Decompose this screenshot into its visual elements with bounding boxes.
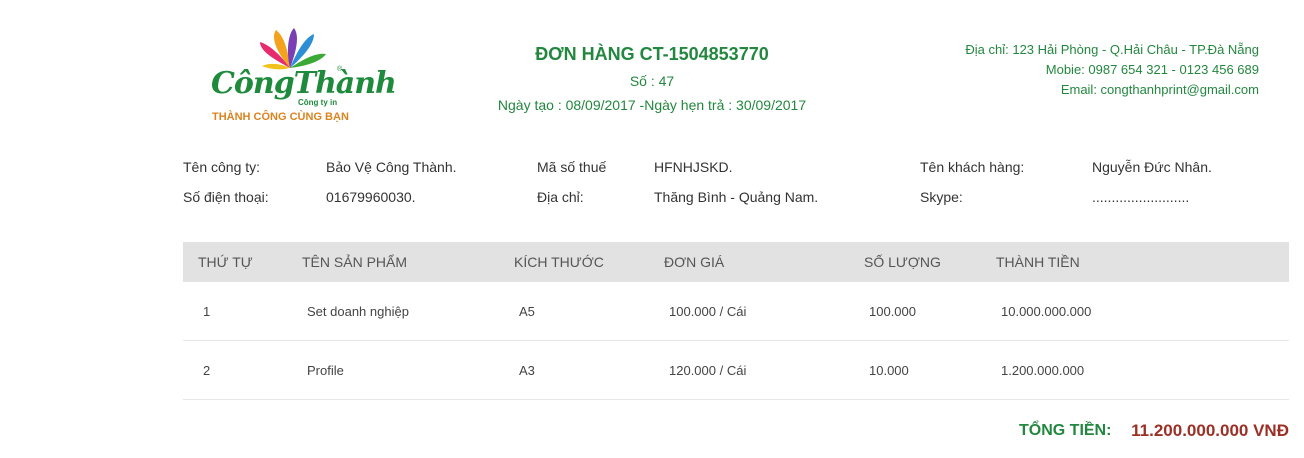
contact-email: Email: congthanhprint@gmail.com [1060,82,1259,97]
col-header-unit-price: ĐƠN GIÁ [664,254,725,270]
cell-amount: 10.000.000.000 [1001,304,1092,319]
col-header-product: TÊN SẢN PHẨM [302,254,408,270]
order-title: ĐƠN HÀNG CT-1504853770 [535,44,769,64]
cell-unit-price: 120.000 / Cái [669,363,747,378]
phone-label: Số điện thoại: [183,189,269,205]
customer-value: Nguyễn Đức Nhân. [1092,159,1212,175]
cell-product: Profile [307,363,344,378]
cell-quantity: 10.000 [869,363,909,378]
cell-size: A3 [519,363,535,378]
skype-value: ......................... [1092,189,1190,205]
cell-quantity: 100.000 [869,304,916,319]
skype-label: Skype: [920,189,963,205]
registered-mark: ® [337,66,343,73]
logo-subtitle: Công ty in [298,98,338,107]
cell-order: 1 [203,304,211,319]
col-header-size: KÍCH THƯỚC [514,254,604,270]
cell-product: Set doanh nghiệp [307,304,409,319]
col-header-quantity: SỐ LƯỢNG [864,254,941,270]
col-header-amount: THÀNH TIỀN [996,254,1080,270]
order-dates: Ngày tạo : 08/09/2017 -Ngày hẹn trả : 30… [497,97,807,113]
tax-value: HFNHJSKD. [654,159,733,175]
address-label: Địa chỉ: [537,189,584,205]
logo-slogan: THÀNH CÔNG CÙNG BẠN [212,111,349,123]
address-value: Thăng Bình - Quảng Nam. [654,189,819,205]
company-value: Bảo Vệ Công Thành. [326,159,457,175]
cell-size: A5 [519,304,535,319]
table-row: 1 Set doanh nghiệp A5 100.000 / Cái 100.… [183,282,1289,341]
table-header: THỨ TỰ TÊN SẢN PHẨM KÍCH THƯỚC ĐƠN GIÁ S… [183,242,1289,282]
cell-order: 2 [203,363,211,378]
company-label: Tên công ty: [183,159,261,175]
phone-value: 01679960030. [326,189,416,205]
order-number: Số : 47 [629,73,675,89]
table-row: 2 Profile A3 120.000 / Cái 10.000 1.200.… [183,341,1289,400]
tax-label: Mã số thuế [537,159,607,175]
contact-mobile: Mobie: 0987 654 321 - 0123 456 689 [1045,62,1259,77]
company-logo: CôngThành ® Công ty in THÀNH CÔNG CÙNG B… [205,26,397,128]
contact-address: Địa chỉ: 123 Hải Phòng - Q.Hải Châu - TP… [965,42,1259,57]
col-header-order: THỨ TỰ [198,254,253,270]
total-value: 11.200.000.000 VNĐ [1131,421,1289,440]
total-label: TỔNG TIỀN: [1019,422,1112,439]
logo-wordmark: CôngThành [211,66,397,101]
cell-unit-price: 100.000 / Cái [669,304,747,319]
cell-amount: 1.200.000.000 [1001,363,1085,378]
customer-label: Tên khách hàng: [920,159,1025,175]
